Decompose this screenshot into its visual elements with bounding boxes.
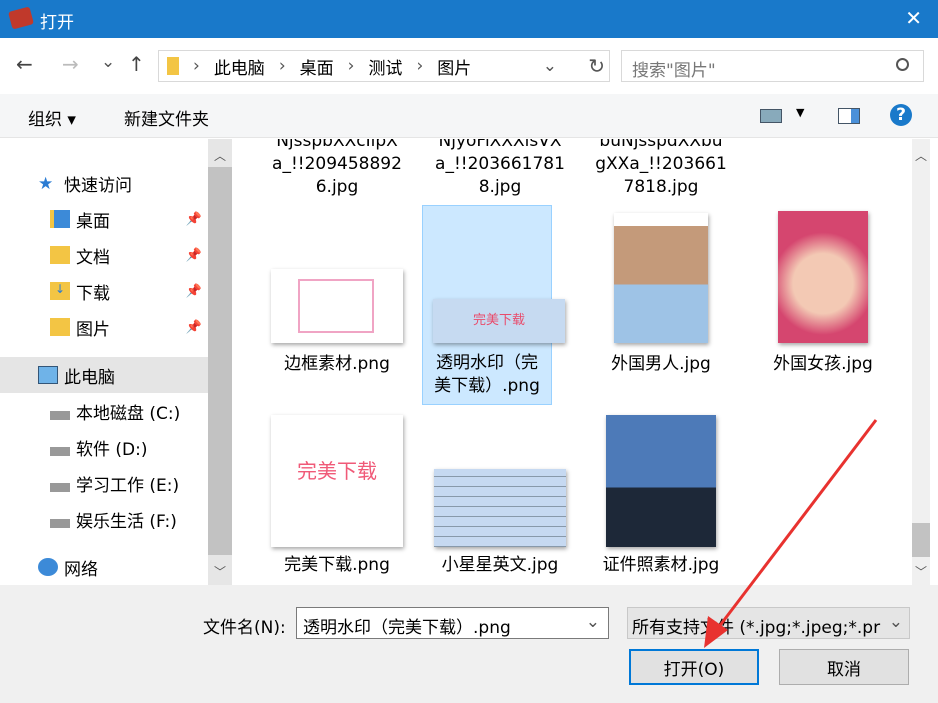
annotation-arrow [704, 419, 878, 648]
